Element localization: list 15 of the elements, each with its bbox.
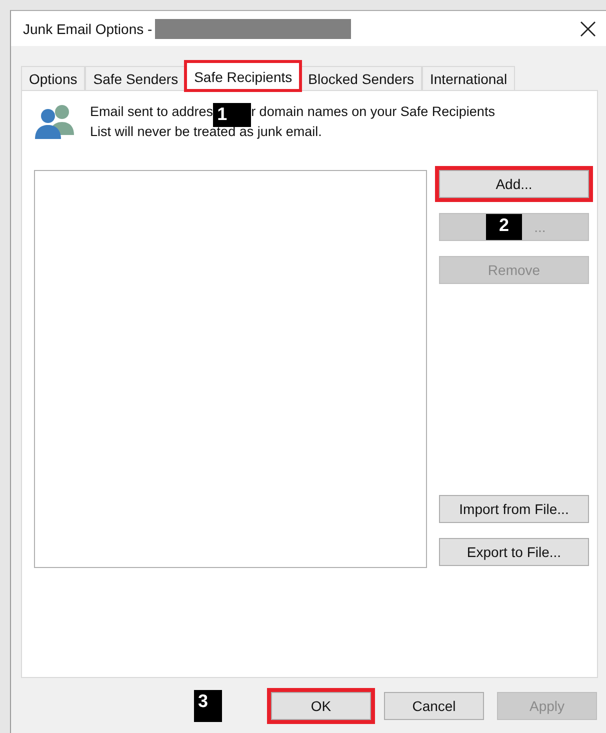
tab[interactable]: Blocked Senders bbox=[300, 66, 422, 90]
side-button[interactable]: Export to File... bbox=[439, 538, 589, 566]
step-badge: 2 bbox=[486, 214, 522, 240]
step-badge: 1 bbox=[213, 103, 252, 127]
tab[interactable]: Options bbox=[21, 66, 86, 90]
tab[interactable]: Safe Recipients bbox=[186, 62, 300, 90]
window-title: Junk Email Options - bbox=[23, 20, 152, 36]
description-text: Email sent to addres bbox=[90, 103, 214, 120]
tab[interactable]: International bbox=[422, 66, 516, 90]
side-button[interactable]: Import from File... bbox=[439, 495, 589, 523]
tab[interactable]: Safe Senders bbox=[85, 66, 186, 90]
dialog-button[interactable]: Cancel bbox=[384, 692, 484, 720]
step-badge: 3 bbox=[194, 690, 222, 722]
close-icon[interactable] bbox=[580, 20, 596, 36]
description-text: r domain names on your Safe Recipients bbox=[251, 103, 495, 120]
